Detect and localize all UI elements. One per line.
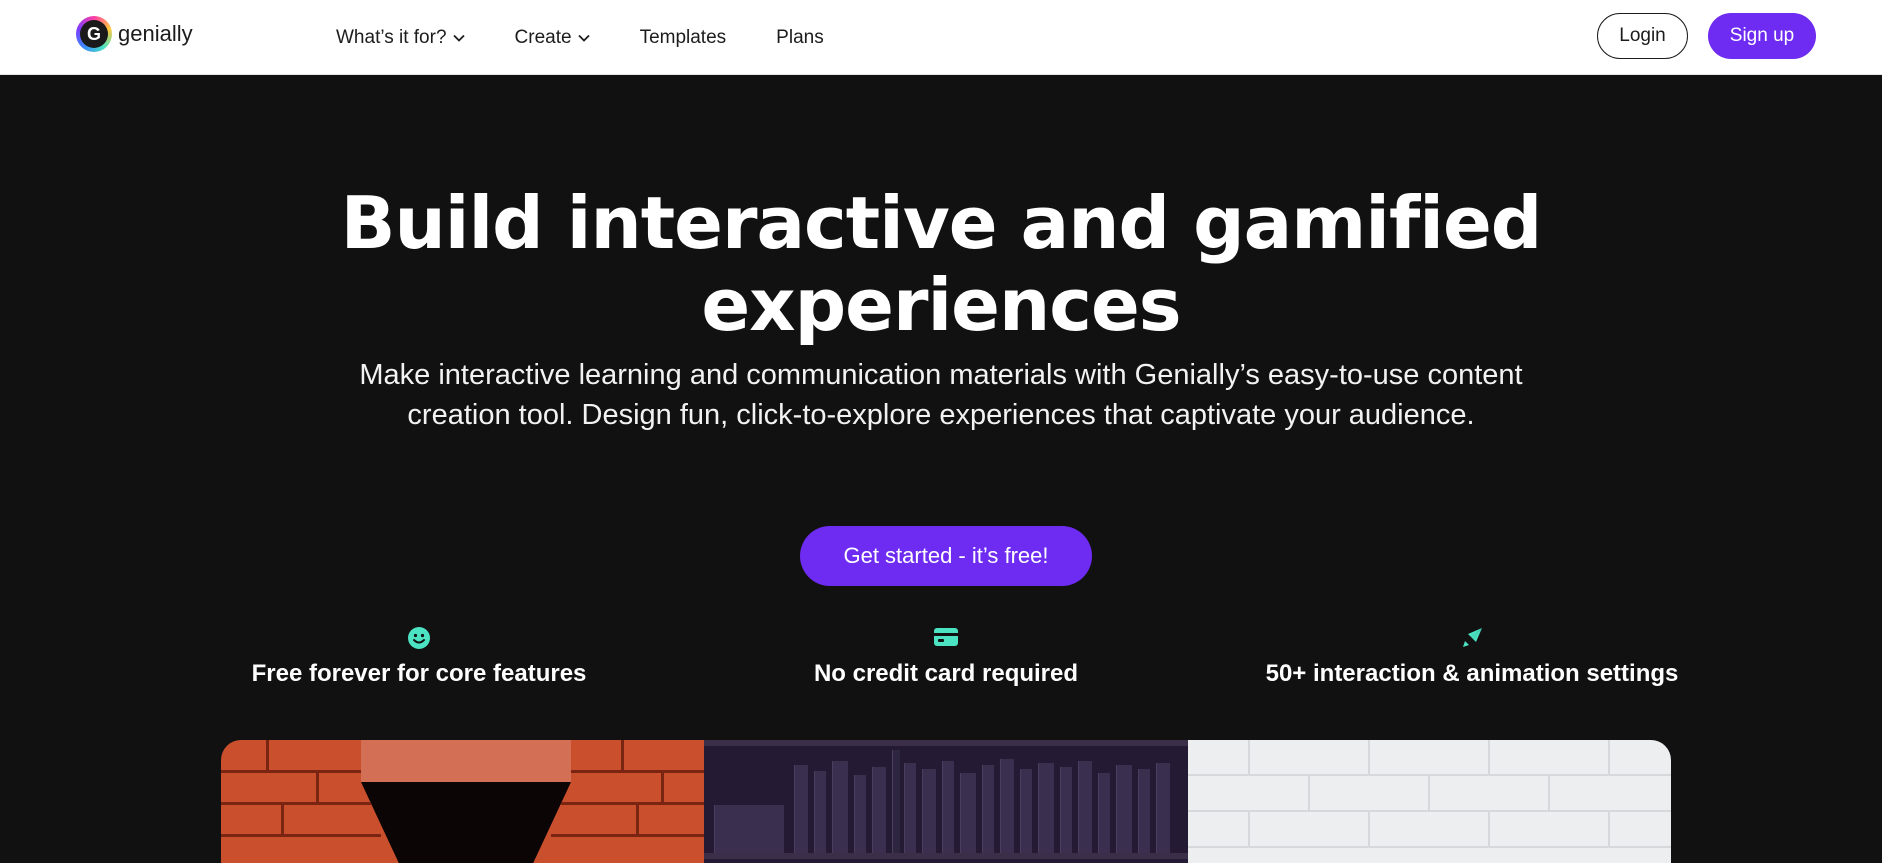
hero-subtitle: Make interactive learning and communicat… xyxy=(359,359,1523,431)
shelf-board xyxy=(704,853,1188,859)
signup-button[interactable]: Sign up xyxy=(1708,13,1816,59)
nav-item-whats-it-for[interactable]: What’s it for? xyxy=(336,27,465,49)
hero-title-line2: experiences xyxy=(701,263,1181,347)
wall-mortar xyxy=(1608,812,1610,846)
book-spine xyxy=(892,750,900,853)
book-spine xyxy=(1116,765,1132,853)
feature-interaction-settings: 50+ interaction & animation settings xyxy=(1252,626,1692,688)
book-spine xyxy=(1020,769,1032,853)
brick-line xyxy=(316,773,319,802)
book-spine xyxy=(1138,769,1150,853)
wall-mortar xyxy=(1308,776,1310,810)
brick-line xyxy=(636,805,639,834)
nav-label: Create xyxy=(514,26,572,48)
brick-line xyxy=(221,802,371,805)
feature-no-credit-card: No credit card required xyxy=(796,626,1096,688)
preview-bookshelf-image[interactable] xyxy=(704,740,1188,863)
hero-title: Build interactive and gamified experienc… xyxy=(0,182,1882,346)
credit-card-icon xyxy=(796,626,1096,652)
book-spine xyxy=(714,805,784,853)
book-spine xyxy=(832,761,848,853)
feature-free-forever: Free forever for core features xyxy=(240,626,598,688)
brick-line xyxy=(221,770,361,773)
top-header: G genially What’s it for? Create Templat… xyxy=(0,0,1882,75)
wall-mortar xyxy=(1608,740,1610,774)
book-spine xyxy=(1038,763,1054,853)
brick-line xyxy=(661,773,664,802)
pit-shape xyxy=(361,782,571,863)
wall-mortar xyxy=(1188,810,1671,812)
brick-line xyxy=(571,770,704,773)
logo-text: genially xyxy=(118,21,193,46)
nav-label: What’s it for? xyxy=(336,26,447,48)
wall-mortar xyxy=(1248,812,1250,846)
wall-mortar xyxy=(1368,812,1370,846)
feature-label: 50+ interaction & animation settings xyxy=(1265,660,1679,687)
book-spine xyxy=(982,765,994,853)
book-spine xyxy=(1000,759,1014,853)
wall-mortar xyxy=(1368,740,1370,774)
book-spine xyxy=(814,771,826,853)
login-button[interactable]: Login xyxy=(1597,13,1688,59)
genially-logo-icon: G xyxy=(76,16,112,52)
main-nav: What’s it for? Create Templates Plans xyxy=(336,0,874,75)
book-spine xyxy=(1078,761,1092,853)
genially-logo[interactable]: G genially xyxy=(76,16,193,52)
wall-mortar xyxy=(1188,846,1671,848)
shelf-board xyxy=(704,740,1188,746)
nav-item-create[interactable]: Create xyxy=(515,27,590,49)
brick-ceiling xyxy=(361,740,571,782)
book-spine xyxy=(960,773,976,853)
book-spine xyxy=(942,761,954,853)
brick-line xyxy=(561,802,704,805)
brick-line xyxy=(551,834,704,837)
wall-mortar xyxy=(1548,776,1550,810)
wall-mortar xyxy=(1488,812,1490,846)
brick-line xyxy=(221,834,381,837)
template-previews xyxy=(221,740,1671,863)
brick-line xyxy=(281,805,284,834)
feature-label: Free forever for core features xyxy=(251,660,587,687)
book-spine xyxy=(1156,763,1170,853)
book-spine xyxy=(872,767,886,853)
wall-mortar xyxy=(1488,740,1490,774)
feature-label: No credit card required xyxy=(813,660,1079,687)
nav-label: Templates xyxy=(639,26,727,48)
get-started-button[interactable]: Get started - it’s free! xyxy=(800,526,1092,586)
book-spine xyxy=(794,765,808,853)
nav-label: Plans xyxy=(776,26,824,48)
nav-item-plans[interactable]: Plans xyxy=(776,27,824,49)
preview-pixel-game-image[interactable] xyxy=(221,740,704,863)
book-spine xyxy=(1060,767,1072,853)
book-spine xyxy=(854,775,866,853)
book-spine xyxy=(1098,773,1110,853)
book-spine xyxy=(922,769,936,853)
nav-item-templates[interactable]: Templates xyxy=(640,27,727,49)
smile-icon xyxy=(240,626,598,652)
chevron-down-icon xyxy=(577,34,590,42)
brick-line xyxy=(621,740,624,770)
wall-mortar xyxy=(1428,776,1430,810)
rocket-icon xyxy=(1252,626,1692,652)
book-spine xyxy=(904,763,916,853)
hero-title-line1: Build interactive and gamified xyxy=(340,181,1543,265)
chevron-down-icon xyxy=(452,34,465,42)
wall-mortar xyxy=(1248,740,1250,774)
preview-brick-wall-image[interactable] xyxy=(1188,740,1671,863)
brick-line xyxy=(266,740,269,770)
